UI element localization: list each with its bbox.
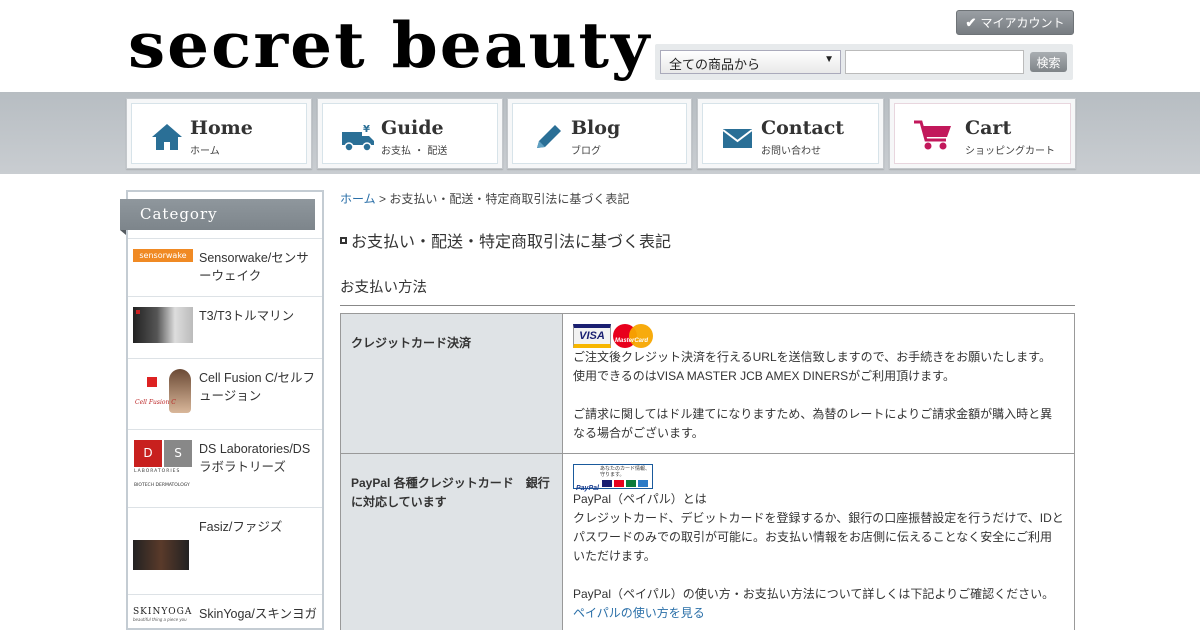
search-category-value: 全ての商品から [669, 57, 761, 72]
page-title: お支払い・配送・特定商取引法に基づく表記 [340, 228, 671, 252]
delivery-truck-icon: ¥ [342, 124, 374, 152]
square-bullet-icon [340, 236, 347, 244]
search-input[interactable] [845, 50, 1024, 74]
sensorwake-thumb: sensorwake [133, 249, 193, 296]
svg-text:¥: ¥ [363, 124, 370, 135]
credit-text-line: 使用できるのはVISA MASTER JCB AMEX DINERSがご利用頂け… [573, 369, 955, 383]
my-account-button[interactable]: ✔ マイアカウント [956, 10, 1074, 35]
credit-text-line: ご請求に関してはドル建てになりますため、為替のレートによりご請求金額が購入時と異… [573, 407, 1053, 440]
category-item-sensorwake[interactable]: sensorwake Sensorwake/センサーウェイク [128, 238, 322, 296]
mastercard-logo: MasterCard [613, 324, 655, 348]
home-icon [152, 124, 182, 150]
breadcrumb-home-link[interactable]: ホーム [340, 192, 376, 206]
my-account-label: マイアカウント [980, 16, 1065, 30]
visa-logo: VISA [573, 324, 611, 348]
pencil-icon [537, 125, 561, 148]
search-button[interactable]: 検索 [1030, 52, 1067, 72]
category-list: sensorwake Sensorwake/センサーウェイク T3/T3トルマリ… [128, 238, 322, 630]
nav-blog-title: Blog [571, 117, 621, 139]
hairdryer-image [133, 307, 193, 343]
nav-guide-sub: お支払 ・ 配送 [381, 146, 448, 157]
category-item-ds-laboratories[interactable]: D S LABORATORIES BIOTECH DERMATOLOGY DS … [128, 429, 322, 507]
breadcrumb: ホーム > お支払い・配送・特定商取引法に基づく表記 [340, 190, 629, 207]
breadcrumb-current: お支払い・配送・特定商取引法に基づく表記 [389, 192, 630, 206]
nav-home-sub: ホーム [190, 146, 220, 157]
nav-guide-title: Guide [381, 117, 444, 139]
nav-home-title: Home [190, 117, 253, 139]
check-icon: ✔ [965, 14, 977, 30]
ds-logo: D S LABORATORIES BIOTECH DERMATOLOGY [133, 440, 193, 492]
table-row: PayPal 各種クレジットカード 銀行に対応しています あなたのカード情報、守… [340, 453, 1075, 630]
credit-text-spacer [573, 386, 1064, 405]
ds-thumb: D S LABORATORIES BIOTECH DERMATOLOGY [133, 440, 193, 507]
dropdown-arrow-icon: ▼ [824, 54, 834, 65]
global-nav: Home ホーム ¥ Guide お支払 ・ 配送 Blog ブログ Conta… [0, 92, 1200, 174]
nav-contact-title: Contact [761, 117, 845, 139]
category-label: Cell Fusion C/セルフュージョン [199, 371, 315, 403]
section-title-payment: お支払い方法 [340, 276, 1075, 306]
payment-method-detail: VISA MasterCard ご注文後クレジット決済を行えるURLを送信致しま… [562, 313, 1075, 454]
page-title-text: お支払い・配送・特定商取引法に基づく表記 [351, 232, 672, 251]
t3-thumb [133, 307, 193, 358]
search-category-select[interactable]: 全ての商品から ▼ [660, 50, 841, 74]
nav-contact-sub: お問い合わせ [761, 146, 821, 157]
nav-cart-sub: ショッピングカート [965, 146, 1055, 157]
paypal-badge: あなたのカード情報、守ります。 PayPal [573, 464, 653, 492]
site-logo[interactable]: secret beauty [128, 8, 651, 82]
envelope-icon [722, 129, 753, 148]
paypal-howto-link[interactable]: ペイパルの使い方を見る [573, 604, 1064, 623]
category-label: Fasiz/ファジズ [199, 520, 283, 534]
card-logos: VISA MasterCard [573, 324, 1064, 348]
category-label: SkinYoga/スキンヨガ [199, 607, 317, 621]
paypal-text-line: PayPal（ペイパル）とは [573, 492, 707, 506]
nav-contact[interactable]: Contact お問い合わせ [697, 98, 884, 169]
payment-method-label: クレジットカード決済 [340, 313, 563, 454]
fasiz-image [133, 540, 189, 570]
site-header: secret beauty ✔ マイアカウント 全ての商品から ▼ 検索 [0, 0, 1200, 92]
fasiz-thumb [133, 518, 193, 594]
nav-blog[interactable]: Blog ブログ [507, 98, 692, 169]
payment-table: クレジットカード決済 VISA MasterCard ご注文後クレジット決済を行… [340, 313, 1075, 630]
table-row: クレジットカード決済 VISA MasterCard ご注文後クレジット決済を行… [340, 313, 1075, 454]
paypal-text-line: PayPal（ペイパル）の使い方・お支払い方法について詳しくは下記よりご確認くだ… [573, 587, 1055, 601]
nav-cart[interactable]: Cart ショッピングカート [889, 98, 1076, 169]
cellfusion-thumb: Cell Fusion C [133, 369, 193, 429]
nav-cart-title: Cart [965, 117, 1012, 139]
paypal-text-spacer [573, 566, 1064, 585]
skinyoga-logo: SKINYOGA [133, 607, 193, 617]
breadcrumb-separator: > [378, 192, 386, 206]
nav-home[interactable]: Home ホーム [126, 98, 312, 169]
category-item-cellfusion[interactable]: Cell Fusion C Cell Fusion C/セルフュージョン [128, 358, 322, 429]
skinyoga-thumb: SKINYOGA beautiful thing a piece you [133, 607, 193, 622]
payment-method-label: PayPal 各種クレジットカード 銀行に対応しています [340, 453, 563, 630]
category-item-skinyoga[interactable]: SKINYOGA beautiful thing a piece you Ski… [128, 594, 322, 630]
paypal-text-line: クレジットカード、デビットカードを登録するか、銀行の口座振替設定を行うだけで、I… [573, 511, 1064, 563]
cart-icon [914, 120, 951, 150]
category-header: Category [120, 199, 315, 235]
search-bar: 全ての商品から ▼ 検索 [655, 44, 1073, 80]
nav-blog-sub: ブログ [571, 146, 601, 157]
category-item-t3[interactable]: T3/T3トルマリン [128, 296, 322, 358]
category-item-fasiz[interactable]: Fasiz/ファジズ [128, 507, 322, 594]
sensorwake-logo: sensorwake [133, 249, 193, 262]
card-brands-icon [602, 480, 648, 487]
category-label: Sensorwake/センサーウェイク [199, 251, 309, 283]
payment-method-detail: あなたのカード情報、守ります。 PayPal PayPal（ペイパル）とは クレ… [562, 453, 1075, 630]
nav-guide[interactable]: ¥ Guide お支払 ・ 配送 [317, 98, 503, 169]
category-label: DS Laboratories/DSラボラトリーズ [199, 442, 311, 474]
cellfusion-image: Cell Fusion C [133, 369, 193, 415]
category-label: T3/T3トルマリン [199, 309, 295, 323]
